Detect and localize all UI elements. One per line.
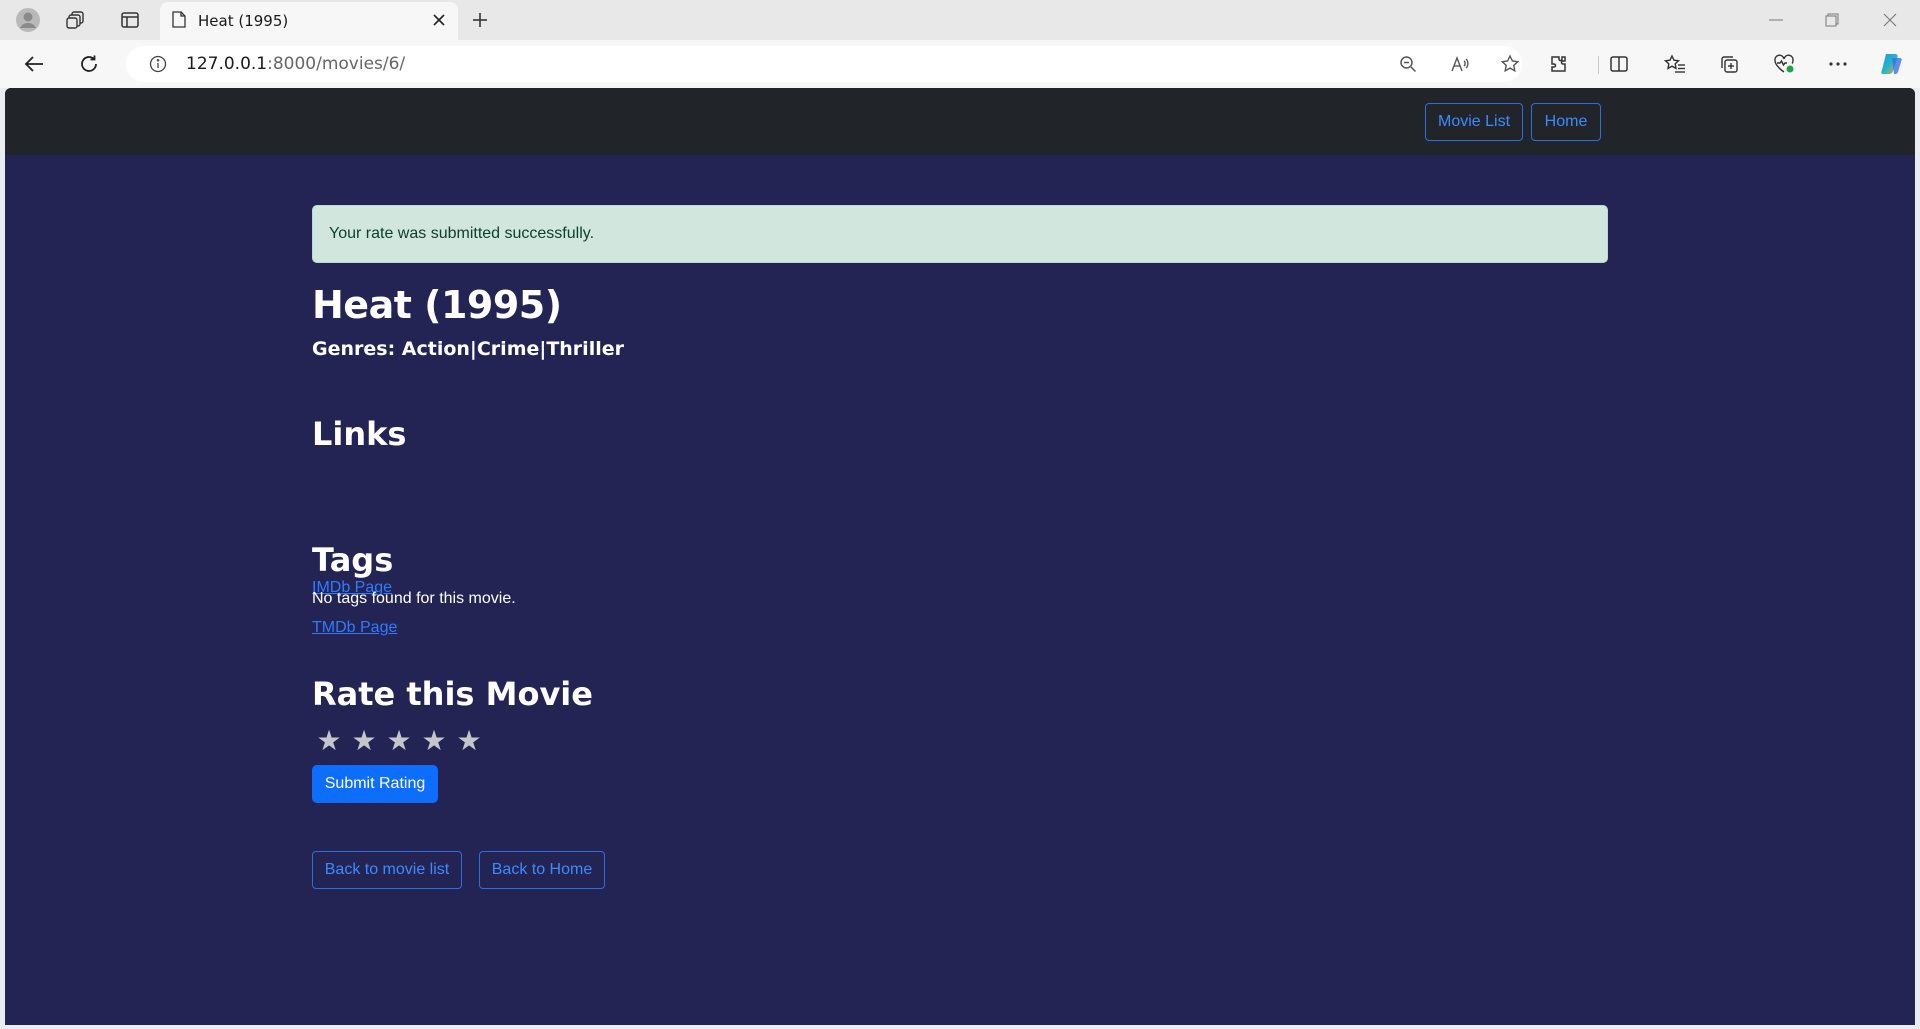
- no-tags-message: No tags found for this movie.: [312, 590, 516, 607]
- star-4-icon[interactable]: ★: [419, 726, 449, 756]
- refresh-icon[interactable]: [71, 46, 107, 82]
- submit-rating-button[interactable]: Submit Rating: [312, 765, 438, 803]
- browser-tab-active[interactable]: Heat (1995): [160, 2, 458, 40]
- new-tab-icon[interactable]: [462, 4, 498, 36]
- url-host: 127.0.0.1: [186, 54, 268, 74]
- address-bar[interactable]: 127.0.0.1:8000/movies/6/: [126, 46, 1522, 82]
- zoom-out-icon[interactable]: [1390, 46, 1426, 82]
- url-path: :8000/movies/6/: [267, 54, 406, 74]
- split-screen-icon[interactable]: [1601, 46, 1637, 82]
- site-info-icon[interactable]: [140, 46, 176, 82]
- tmdb-link[interactable]: TMDb Page: [312, 619, 397, 637]
- vertical-tabs-icon[interactable]: [112, 4, 148, 36]
- movie-title: Heat (1995): [312, 283, 562, 327]
- links-heading: Links: [312, 415, 407, 453]
- close-window-icon[interactable]: [1862, 0, 1918, 40]
- minimize-icon[interactable]: [1748, 0, 1804, 40]
- url-text: 127.0.0.1:8000/movies/6/: [186, 54, 405, 74]
- more-options-icon[interactable]: [1820, 46, 1856, 82]
- profile-icon[interactable]: [10, 4, 46, 36]
- favorites-icon[interactable]: [1657, 46, 1693, 82]
- browser-essentials-icon[interactable]: [1766, 46, 1802, 82]
- workspaces-icon[interactable]: [58, 4, 94, 36]
- back-arrow-icon[interactable]: [16, 46, 52, 82]
- home-button[interactable]: Home: [1531, 103, 1601, 141]
- tab-title: Heat (1995): [198, 12, 289, 30]
- browser-toolbar: 127.0.0.1:8000/movies/6/: [0, 40, 1920, 88]
- star-2-icon[interactable]: ★: [349, 726, 379, 756]
- read-aloud-icon[interactable]: [1442, 46, 1478, 82]
- back-to-movie-list-button[interactable]: Back to movie list: [312, 851, 462, 889]
- restore-icon[interactable]: [1804, 0, 1860, 40]
- star-5-icon[interactable]: ★: [454, 726, 484, 756]
- browser-tab-bar: Heat (1995): [0, 0, 1920, 40]
- rate-heading: Rate this Movie: [312, 675, 593, 713]
- star-3-icon[interactable]: ★: [384, 726, 414, 756]
- favorite-star-icon[interactable]: [1492, 46, 1528, 82]
- tags-heading: Tags: [312, 541, 394, 579]
- top-navbar: Movie List Home: [5, 88, 1915, 155]
- movie-list-button[interactable]: Movie List: [1425, 103, 1523, 141]
- star-1-icon[interactable]: ★: [314, 726, 344, 756]
- star-rating: ★ ★ ★ ★ ★: [314, 726, 484, 756]
- page-icon: [172, 10, 186, 32]
- movie-genres: Genres: Action|Crime|Thriller: [312, 338, 624, 360]
- collections-icon[interactable]: [1711, 46, 1747, 82]
- extensions-icon[interactable]: [1540, 46, 1576, 82]
- back-to-home-button[interactable]: Back to Home: [479, 851, 605, 889]
- toolbar-divider: [1598, 56, 1599, 74]
- close-tab-icon[interactable]: [432, 12, 446, 31]
- copilot-icon[interactable]: [1874, 46, 1910, 82]
- success-alert: Your rate was submitted successfully.: [312, 205, 1608, 263]
- page-content: Movie List Home Your rate was submitted …: [5, 88, 1915, 1025]
